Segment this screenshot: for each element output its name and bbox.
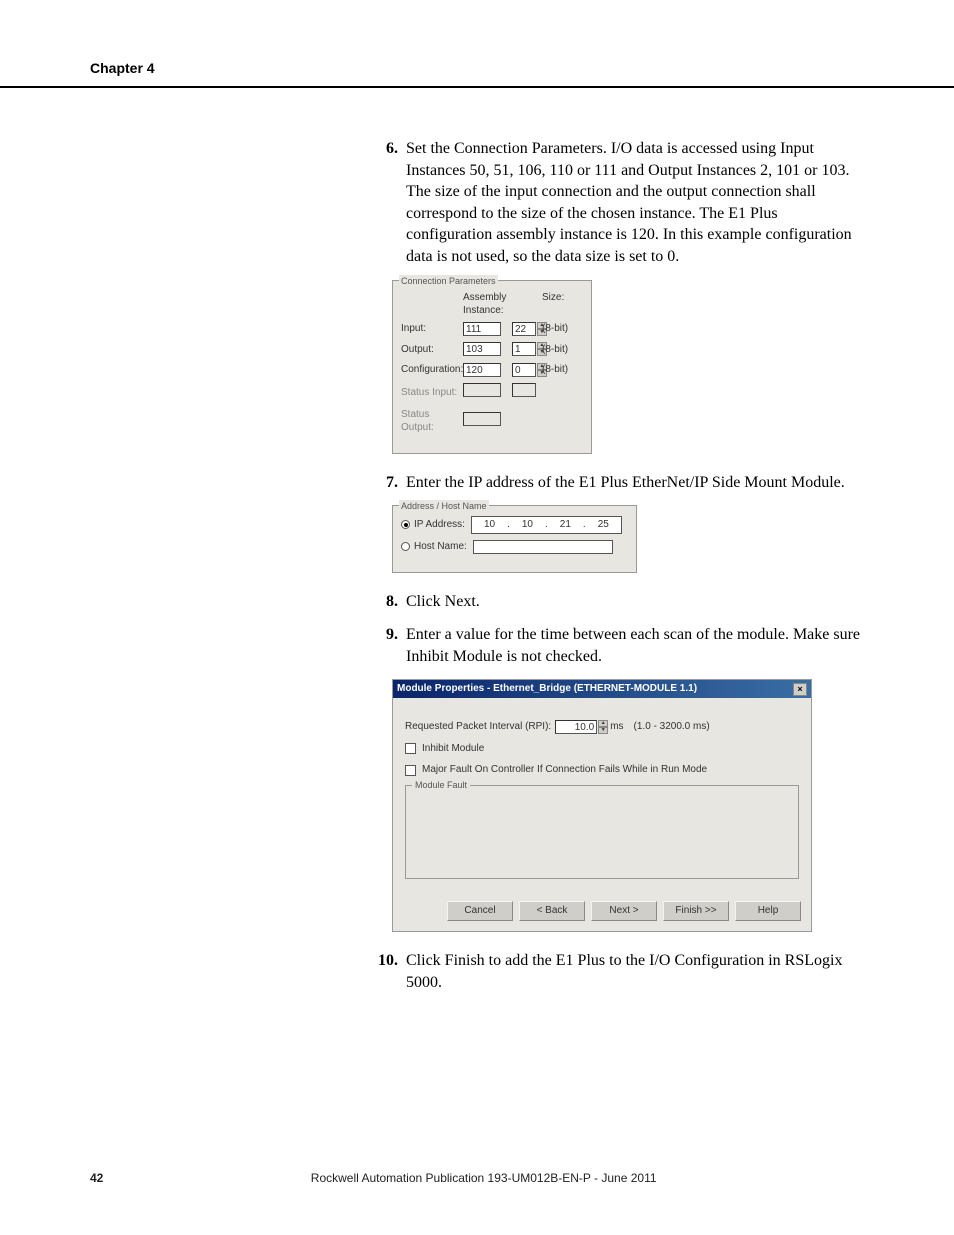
step-text: Set the Connection Parameters. I/O data … — [406, 138, 864, 268]
configuration-row: Configuration: 120 0▲▼ (8-bit) — [401, 363, 583, 378]
output-row: Output: 103 1▲▼ (8-bit) — [401, 342, 583, 357]
module-fault-legend: Module Fault — [412, 779, 470, 791]
step-10: 10. Click Finish to add the E1 Plus to t… — [370, 950, 864, 993]
major-fault-label: Major Fault On Controller If Connection … — [422, 763, 707, 777]
rpi-range: (1.0 - 3200.0 ms) — [634, 720, 710, 734]
rpi-label: Requested Packet Interval (RPI): — [405, 720, 551, 734]
fieldset-legend: Address / Host Name — [399, 500, 489, 512]
module-properties-dialog: Module Properties - Ethernet_Bridge (ETH… — [392, 679, 812, 932]
step-number: 6. — [370, 138, 398, 268]
module-fault-group: Module Fault — [405, 785, 799, 879]
unit-label: (8-bit) — [538, 363, 583, 377]
finish-button[interactable]: Finish >> — [663, 901, 729, 921]
status-input-size — [512, 383, 536, 397]
close-icon[interactable]: × — [793, 683, 807, 696]
row-label: Input: — [401, 322, 463, 336]
unit-label: (8-bit) — [538, 343, 583, 357]
major-fault-checkbox[interactable] — [405, 765, 416, 776]
status-output-field — [463, 412, 501, 426]
step-9: 9. Enter a value for the time between ea… — [370, 624, 864, 667]
step-text: Click Next. — [406, 591, 864, 613]
step-7: 7. Enter the IP address of the E1 Plus E… — [370, 472, 864, 494]
step-text: Enter a value for the time between each … — [406, 624, 864, 667]
output-instance-field[interactable]: 103 — [463, 342, 501, 356]
rpi-unit: ms — [610, 720, 623, 734]
step-text: Enter the IP address of the E1 Plus Ethe… — [406, 472, 864, 494]
input-instance-field[interactable]: 111 — [463, 322, 501, 336]
back-button[interactable]: < Back — [519, 901, 585, 921]
rpi-stepper[interactable]: 10.0 ▲▼ — [555, 720, 608, 734]
connection-parameters-panel: Connection Parameters Assembly Instance:… — [392, 280, 592, 454]
step-8: 8. Click Next. — [370, 591, 864, 613]
unit-label: (8-bit) — [538, 322, 583, 336]
row-label: Status Output: — [401, 408, 463, 435]
step-number: 7. — [370, 472, 398, 494]
ip-address-label: IP Address: — [414, 518, 465, 532]
assembly-header: Assembly Instance: — [463, 291, 508, 318]
config-instance-field[interactable]: 120 — [463, 363, 501, 377]
step-6: 6. Set the Connection Parameters. I/O da… — [370, 138, 864, 268]
host-name-field[interactable] — [473, 540, 613, 554]
fieldset-legend: Connection Parameters — [399, 275, 498, 287]
size-header: Size: — [538, 291, 583, 318]
inhibit-module-label: Inhibit Module — [422, 742, 484, 756]
row-label: Output: — [401, 343, 463, 357]
step-number: 10. — [370, 950, 398, 993]
page-footer: 42 Rockwell Automation Publication 193-U… — [0, 1171, 954, 1185]
button-row: Cancel < Back Next > Finish >> Help — [393, 889, 811, 931]
address-host-panel: Address / Host Name IP Address: 10. 10. … — [392, 505, 637, 573]
input-row: Input: 111 22▲▼ (8-bit) — [401, 322, 583, 337]
rpi-value[interactable]: 10.0 — [555, 720, 597, 734]
chevron-down-icon[interactable]: ▼ — [598, 727, 608, 734]
dialog-title: Module Properties - Ethernet_Bridge (ETH… — [397, 682, 697, 696]
titlebar[interactable]: Module Properties - Ethernet_Bridge (ETH… — [393, 680, 811, 698]
step-text: Click Finish to add the E1 Plus to the I… — [406, 950, 864, 993]
host-name-label: Host Name: — [414, 540, 467, 554]
publication-info: Rockwell Automation Publication 193-UM01… — [103, 1171, 864, 1185]
host-name-radio[interactable] — [401, 542, 410, 551]
content-area: 6. Set the Connection Parameters. I/O da… — [0, 88, 954, 1025]
step-number: 8. — [370, 591, 398, 613]
page-header: Chapter 4 — [0, 0, 954, 88]
chevron-up-icon[interactable]: ▲ — [598, 720, 608, 727]
ip-address-field[interactable]: 10. 10. 21. 25 — [471, 516, 622, 534]
row-label: Status Input: — [401, 386, 463, 400]
ip-address-radio[interactable] — [401, 520, 410, 529]
row-label: Configuration: — [401, 363, 463, 377]
status-input-row: Status Input: — [401, 383, 583, 402]
next-button[interactable]: Next > — [591, 901, 657, 921]
inhibit-module-checkbox[interactable] — [405, 743, 416, 754]
step-number: 9. — [370, 624, 398, 667]
page-number: 42 — [90, 1171, 103, 1185]
cancel-button[interactable]: Cancel — [447, 901, 513, 921]
chapter-label: Chapter 4 — [90, 60, 155, 76]
help-button[interactable]: Help — [735, 901, 801, 921]
status-output-row: Status Output: — [401, 408, 583, 435]
status-input-field — [463, 383, 501, 397]
